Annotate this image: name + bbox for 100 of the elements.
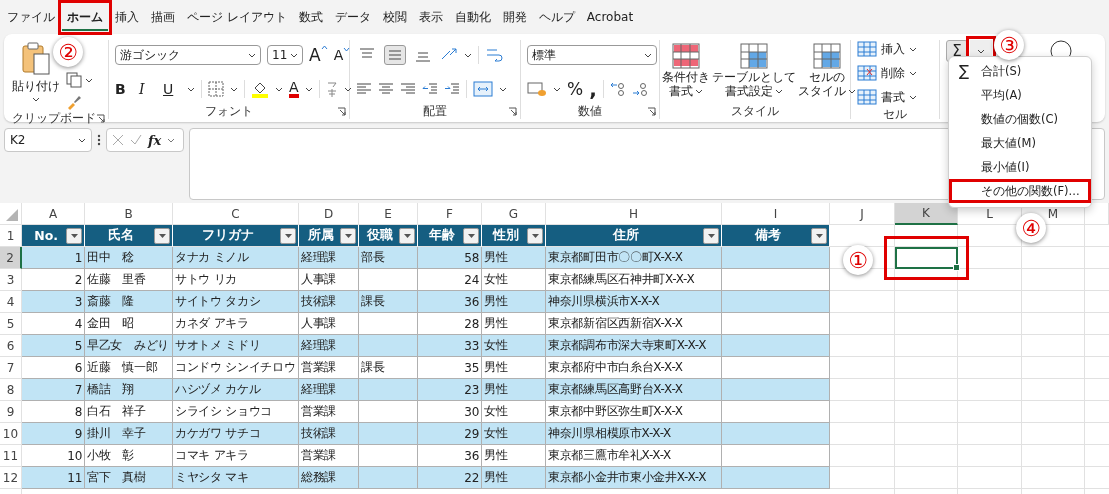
table-cell: 男性: [482, 357, 546, 379]
borders-icon[interactable]: [208, 81, 224, 97]
table-cell: 36: [418, 445, 482, 467]
font-name-field[interactable]: 游ゴシック: [115, 45, 261, 65]
align-center-icon[interactable]: [378, 82, 394, 96]
merge-cells-icon[interactable]: [473, 81, 493, 97]
caret-icon: [343, 47, 351, 52]
ribbon-tab[interactable]: 描画: [146, 3, 180, 31]
table-cell: 技術課: [299, 291, 359, 313]
dialog-launcher-icon[interactable]: [96, 113, 105, 123]
filter-button[interactable]: [66, 227, 82, 244]
cells-button[interactable]: 挿入: [857, 40, 917, 58]
fill-color-icon[interactable]: [251, 80, 269, 98]
table-cell: 経理課: [299, 335, 359, 357]
shrink-font-button[interactable]: A: [333, 47, 351, 63]
column-title: 氏名: [106, 227, 135, 244]
cells-button[interactable]: 書式: [857, 88, 917, 106]
ribbon-tab[interactable]: 自動化: [449, 3, 496, 31]
bold-button[interactable]: B: [115, 81, 133, 97]
ribbon-tab[interactable]: 開発: [497, 3, 532, 31]
fill-handle[interactable]: [953, 264, 960, 271]
style-button[interactable]: テーブルとして 書式設定: [712, 40, 796, 98]
table-cell: コンドウ シンイチロウ: [173, 357, 299, 379]
column-title: No.: [33, 228, 59, 243]
wrap-text-icon[interactable]: [485, 46, 503, 64]
menu-item[interactable]: 最小値(I): [949, 155, 1091, 179]
caret-icon: [78, 137, 86, 143]
menu-item[interactable]: その他の関数(F)...: [949, 179, 1091, 203]
dialog-launcher-icon[interactable]: [647, 106, 656, 116]
filter-button[interactable]: [811, 227, 827, 244]
insert-function-button[interactable]: fx: [148, 132, 162, 148]
ribbon-tab[interactable]: ページ レイアウト: [182, 3, 292, 31]
table-cell: 東京都小金井市東小金井X-X-X: [546, 467, 722, 489]
filter-button[interactable]: [703, 227, 719, 244]
table-cell: 東京都練馬区高野台X-X-X: [546, 379, 722, 401]
style-button[interactable]: セルの スタイル: [798, 40, 856, 98]
table-cell: 東京都新宿区西新宿X-X-X: [546, 313, 722, 335]
ribbon-tab[interactable]: Acrobat: [581, 5, 639, 29]
copy-button[interactable]: [66, 72, 93, 88]
caret-icon: [848, 88, 856, 94]
menu-item[interactable]: 数値の個数(C): [949, 107, 1091, 131]
column-header[interactable]: K: [895, 203, 958, 225]
more-icon[interactable]: [97, 134, 101, 146]
grow-font-button[interactable]: A: [309, 45, 328, 65]
table-cell: 人事課: [299, 269, 359, 291]
italic-button[interactable]: I: [139, 81, 157, 97]
filter-button[interactable]: [280, 227, 296, 244]
vertical-align-button[interactable]: [384, 45, 406, 65]
ribbon-tab[interactable]: ファイル: [2, 3, 60, 31]
caret-icon: [775, 88, 783, 94]
dialog-launcher-icon[interactable]: [337, 106, 346, 116]
table-cell: 営業課: [299, 401, 359, 423]
ribbon-tab[interactable]: 挿入: [110, 3, 144, 31]
font-color-button[interactable]: A: [289, 80, 299, 98]
table-cell: 橋詰 翔: [85, 379, 173, 401]
group-label: セル: [883, 105, 907, 123]
row-header[interactable]: 2: [0, 247, 22, 269]
table-style-icon: [812, 42, 842, 70]
table-cell: 男性: [482, 379, 546, 401]
filter-button[interactable]: [399, 227, 415, 244]
style-button[interactable]: 条件付き 書式: [662, 40, 710, 98]
cancel-icon[interactable]: [112, 134, 124, 146]
table-cell: 東京都調布市深大寺東町X-X-X: [546, 335, 722, 357]
ribbon-tab[interactable]: データ: [329, 3, 376, 31]
increase-decimal-icon[interactable]: [609, 81, 626, 97]
caret-icon: [464, 52, 472, 58]
increase-indent-icon[interactable]: [444, 82, 460, 96]
ribbon-tab[interactable]: 数式: [293, 3, 328, 31]
cells-button[interactable]: 削除: [857, 64, 917, 82]
filter-button[interactable]: [463, 227, 479, 244]
triangle-icon: [5, 208, 19, 222]
font-size-field[interactable]: 11: [267, 45, 303, 65]
decrease-indent-icon[interactable]: [422, 82, 438, 96]
check-icon[interactable]: [130, 134, 142, 146]
caret-icon: [977, 48, 985, 54]
table-cell: 東京都中野区弥生町X-X-X: [546, 401, 722, 423]
caret-icon: [158, 233, 166, 238]
menu-item[interactable]: 最大値(M): [949, 131, 1091, 155]
ribbon-tab[interactable]: 校閲: [377, 3, 412, 31]
align-left-icon[interactable]: [356, 82, 372, 96]
percent-button[interactable]: %: [567, 79, 584, 99]
name-box[interactable]: K2: [4, 128, 92, 152]
table-cell: 30: [418, 401, 482, 423]
caret-icon: [644, 52, 652, 58]
ribbon-tab[interactable]: 表示: [413, 3, 448, 31]
ribbon-tab[interactable]: ヘルプ: [533, 3, 580, 31]
filter-button[interactable]: [340, 227, 356, 244]
menu-item[interactable]: ∑ 合計(S): [949, 59, 1091, 83]
currency-icon[interactable]: [527, 81, 547, 97]
dialog-launcher-icon[interactable]: [508, 106, 517, 116]
caret-icon: [248, 52, 256, 58]
caret-icon: [70, 233, 78, 238]
phonetic-icon[interactable]: [325, 81, 338, 97]
filter-button[interactable]: [527, 227, 543, 244]
number-format-field[interactable]: 標準: [527, 45, 657, 65]
underline-button[interactable]: U: [163, 81, 181, 97]
menu-item[interactable]: 平均(A): [949, 83, 1091, 107]
align-right-icon[interactable]: [400, 82, 416, 96]
filter-button[interactable]: [154, 227, 170, 244]
decrease-decimal-icon[interactable]: [631, 81, 648, 97]
